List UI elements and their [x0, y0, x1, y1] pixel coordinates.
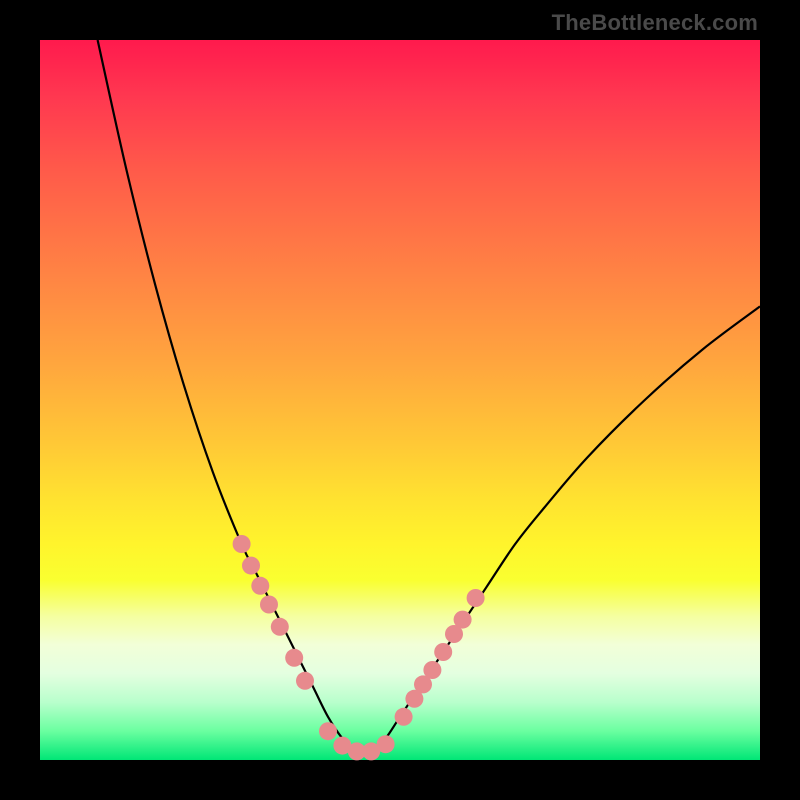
highlight-point [423, 661, 441, 679]
highlight-point [242, 557, 260, 575]
highlight-point [454, 611, 472, 629]
curve-svg [40, 40, 760, 760]
highlight-point [271, 618, 289, 636]
highlight-point [319, 722, 337, 740]
highlight-point [377, 735, 395, 753]
watermark-text: TheBottleneck.com [552, 10, 758, 36]
highlight-point [233, 535, 251, 553]
highlight-point [251, 577, 269, 595]
marker-group [233, 535, 485, 760]
highlight-point [285, 649, 303, 667]
plot-area [40, 40, 760, 760]
chart-frame: TheBottleneck.com [0, 0, 800, 800]
highlight-point [434, 643, 452, 661]
highlight-point [395, 708, 413, 726]
highlight-point [296, 672, 314, 690]
bottleneck-curve [98, 40, 760, 755]
highlight-point [260, 596, 278, 614]
highlight-point [467, 589, 485, 607]
